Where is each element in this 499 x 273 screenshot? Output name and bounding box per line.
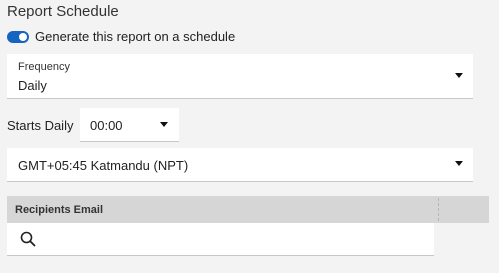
recipients-table: Recipients Email [7,196,489,273]
chevron-down-icon [455,73,463,78]
schedule-toggle[interactable] [7,31,29,43]
start-time-value: 00:00 [90,118,123,133]
section-title: Report Schedule [7,3,119,20]
frequency-label: Frequency [18,61,70,73]
chevron-down-icon [160,122,168,127]
schedule-toggle-row[interactable]: Generate this report on a schedule [7,29,235,45]
search-icon [20,231,36,252]
recipients-search-input[interactable] [7,223,434,256]
toggle-knob [19,33,27,41]
schedule-toggle-label: Generate this report on a schedule [35,29,236,44]
start-time-select[interactable]: 00:00 [80,108,179,142]
column-divider[interactable] [438,198,439,221]
report-schedule-panel: Report Schedule Generate this report on … [0,0,499,273]
timezone-value: GMT+05:45 Katmandu (NPT) [18,158,189,173]
frequency-value: Daily [18,78,47,93]
frequency-select[interactable]: Frequency Daily [7,54,473,99]
starts-daily-label: Starts Daily [7,118,74,133]
recipients-header: Recipients Email [7,196,489,223]
timezone-select[interactable]: GMT+05:45 Katmandu (NPT) [7,148,473,182]
chevron-down-icon [455,161,463,166]
recipients-email-header: Recipients Email [15,204,104,216]
